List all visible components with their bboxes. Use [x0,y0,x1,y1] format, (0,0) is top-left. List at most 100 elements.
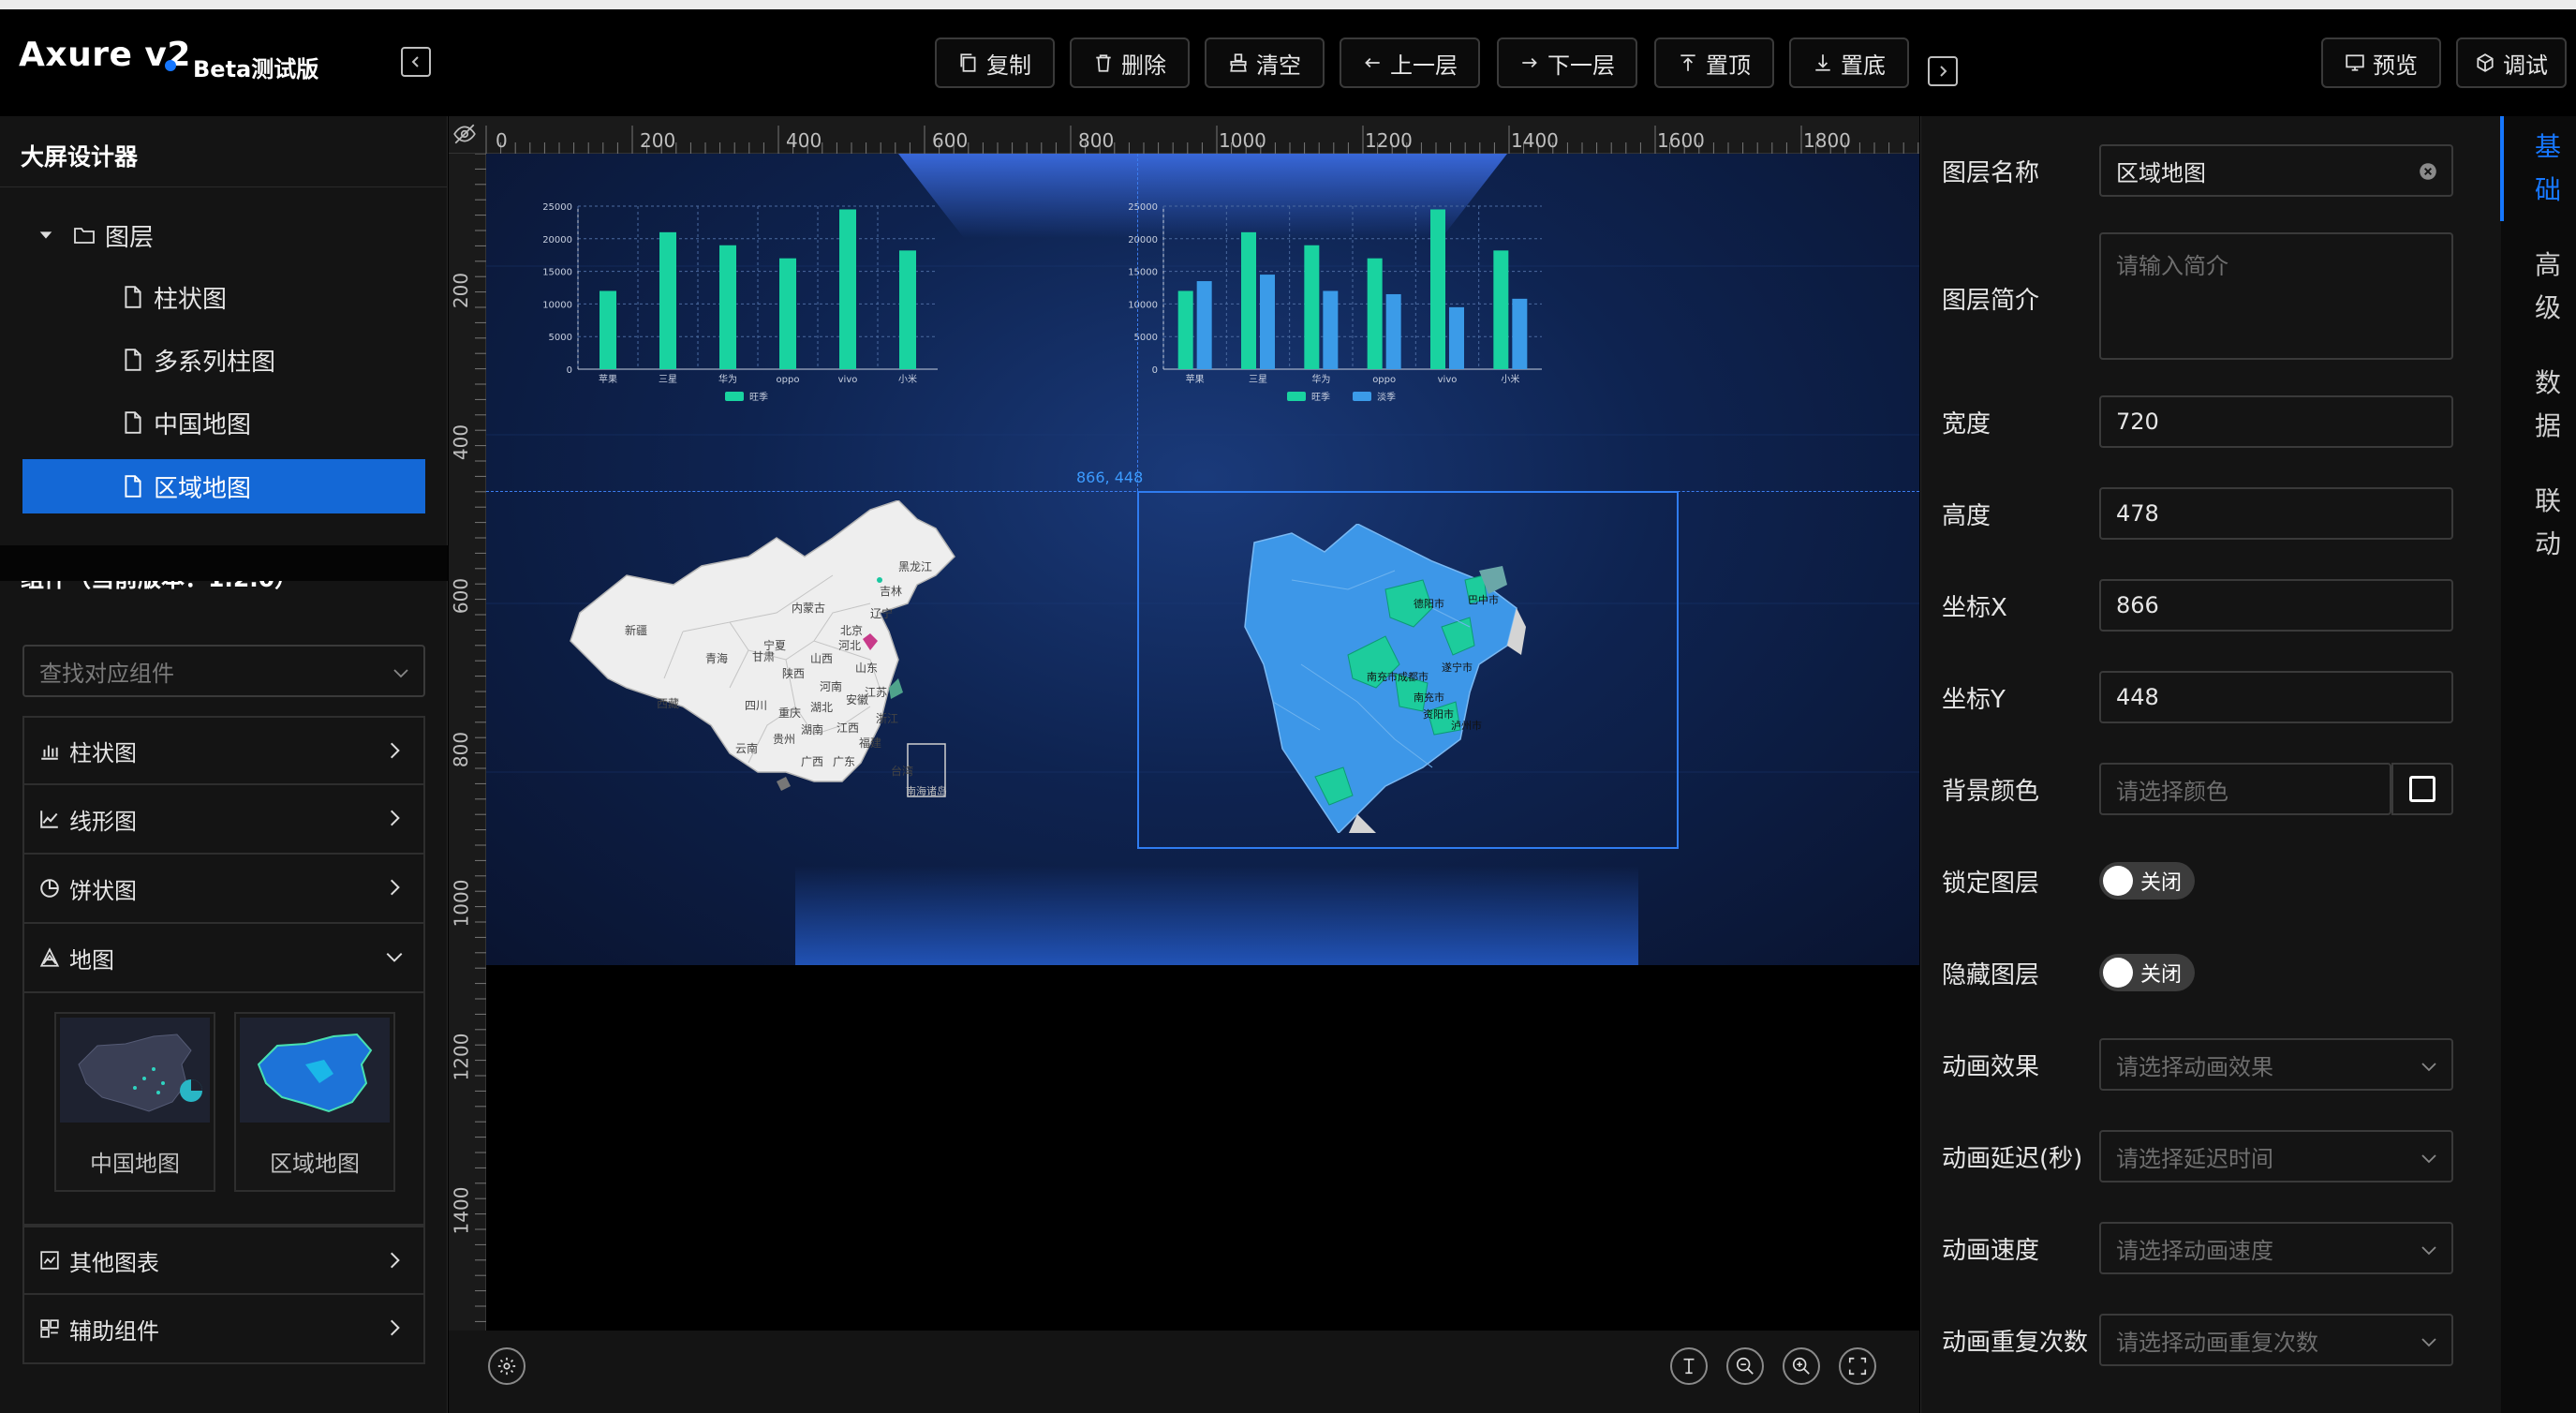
delete-button[interactable]: 删除 [1070,37,1190,88]
clear-label: 清空 [1256,52,1301,79]
bg-color-input[interactable]: 请选择颜色 [2099,763,2391,815]
bar[interactable] [659,231,676,369]
bar[interactable] [1430,209,1445,369]
x-input[interactable]: 866 [2099,579,2453,632]
y-value: 448 [2116,684,2159,710]
province-label: 青海 [705,652,729,665]
bar[interactable] [600,290,616,369]
text-cursor-icon[interactable] [1670,1347,1708,1385]
bar[interactable] [779,258,796,369]
bar[interactable] [719,245,736,369]
legend-label: 淡季 [1377,392,1396,403]
province-label: 四川 [745,699,768,712]
bar[interactable] [1323,290,1339,369]
component-search-input[interactable]: 查找对应组件 [22,645,425,697]
bar[interactable] [1512,298,1528,369]
region-map-component[interactable]: 区域地图 [234,1012,395,1192]
multi-series-bar-chart[interactable]: 0500010000150002000025000苹果 三星 华为 oppo vivo 小… [1109,191,1559,435]
province-label: 吉林 [880,585,903,598]
top-toolbar: Axure v2 Beta测试版 复制 删除 清空 上一层 下一层 置顶 置底 … [0,0,2576,116]
to-top-button[interactable]: 置顶 [1654,37,1774,88]
bar-chart[interactable]: 0 5000 10000 15000 20000 25000 苹果 三星 华为 oppo vivo 小… [524,191,955,435]
category-bar-chart[interactable]: 柱状图 [22,716,425,785]
animation-delay-select[interactable]: 请选择延迟时间 [2099,1130,2453,1182]
china-map-component[interactable]: 中国地图 [54,1012,215,1192]
tab-linkage[interactable]: 联 动 [2529,480,2567,566]
layer-down-button[interactable]: 下一层 [1497,37,1637,88]
width-input[interactable]: 720 [2099,395,2453,448]
bar[interactable] [1367,258,1383,369]
grid-icon [40,1319,59,1338]
tab-char: 动 [2534,528,2561,559]
zoom-in-icon[interactable] [1783,1347,1820,1385]
animation-repeat-select[interactable]: 请选择动画重复次数 [2099,1314,2453,1366]
tab-basic[interactable]: 基 础 [2529,126,2567,212]
bar[interactable] [1493,250,1509,369]
big-screen-canvas[interactable]: 0 5000 10000 15000 20000 25000 苹果 三星 华为 oppo vivo 小… [486,154,1919,965]
clear-input-icon[interactable] [2418,161,2438,182]
height-input[interactable]: 478 [2099,487,2453,540]
bar[interactable] [1304,245,1320,369]
y-tick-label: 10000 [542,300,572,310]
debug-button[interactable]: 调试 [2456,37,2567,88]
bar[interactable] [1449,306,1464,369]
zoom-out-icon[interactable] [1726,1347,1764,1385]
bar[interactable] [1260,275,1275,369]
clear-button[interactable]: 清空 [1205,37,1325,88]
animation-speed-select[interactable]: 请选择动画速度 [2099,1222,2453,1274]
hide-layer-toggle[interactable]: 关闭 [2099,954,2195,991]
to-bottom-button[interactable]: 置底 [1789,37,1909,88]
bar[interactable] [839,209,856,369]
category-helper-components[interactable]: 辅助组件 [22,1295,425,1364]
animation-effect-select[interactable]: 请选择动画效果 [2099,1038,2453,1091]
ruler-label: 1400 [1511,129,1559,152]
category-other-charts[interactable]: 其他图表 [22,1226,425,1295]
ruler-label: 800 [450,731,473,768]
region-map-thumbnail [240,1018,390,1123]
layer-tree-root[interactable]: 图层 [37,208,440,262]
ruler-label: 400 [786,129,822,152]
settings-gear-icon[interactable] [488,1347,526,1385]
layer-item-china-map[interactable]: 中国地图 [22,395,425,450]
collapse-right-icon[interactable] [1928,56,1958,86]
category-label: 饼状图 [69,877,137,904]
tab-data[interactable]: 数 据 [2529,362,2567,448]
prop-label: 高度 [1942,502,1991,530]
bar[interactable] [899,250,916,369]
lock-layer-toggle[interactable]: 关闭 [2099,862,2195,900]
y-tick-label: 15000 [542,268,572,278]
tab-char: 据 [2534,410,2561,441]
layer-item-multi-bar[interactable]: 多系列柱图 [22,333,425,387]
category-line-chart[interactable]: 线形图 [22,785,425,855]
layer-item-region-map[interactable]: 区域地图 [22,459,425,513]
bar[interactable] [1385,293,1401,369]
layer-description-textarea[interactable]: 请输入简介 [2099,232,2453,360]
province-label: 河北 [838,639,862,652]
copy-icon [960,53,976,72]
province-label: 山东 [855,662,879,675]
collapse-left-icon[interactable] [401,47,431,77]
x-tick-label: 小米 [898,373,917,385]
debug-label: 调试 [2503,52,2548,79]
layer-name-input[interactable]: 区域地图 [2099,144,2453,197]
preview-label: 预览 [2373,52,2418,79]
color-picker-button[interactable] [2391,763,2453,815]
tab-advanced[interactable]: 高 级 [2529,244,2567,330]
copy-button[interactable]: 复制 [935,37,1055,88]
bar[interactable] [1241,231,1256,369]
layer-up-button[interactable]: 上一层 [1340,37,1480,88]
fullscreen-icon[interactable] [1839,1347,1876,1385]
bar[interactable] [1196,281,1212,369]
y-input[interactable]: 448 [2099,671,2453,723]
category-pie-chart[interactable]: 饼状图 [22,855,425,924]
preview-button[interactable]: 预览 [2321,37,2441,88]
prop-label: 动画延迟(秒) [1942,1145,2083,1173]
layer-item-bar[interactable]: 柱状图 [22,270,425,324]
folder-icon [74,228,95,244]
beta-label: Beta测试版 [193,56,319,82]
category-map[interactable]: 地图 [22,924,425,993]
bar[interactable] [1177,290,1193,369]
right-vertical-tabs: 基 础 高 级 数 据 联 动 [2501,116,2576,1413]
legend-label: 旺季 [749,392,768,403]
eye-off-icon[interactable] [452,122,481,150]
